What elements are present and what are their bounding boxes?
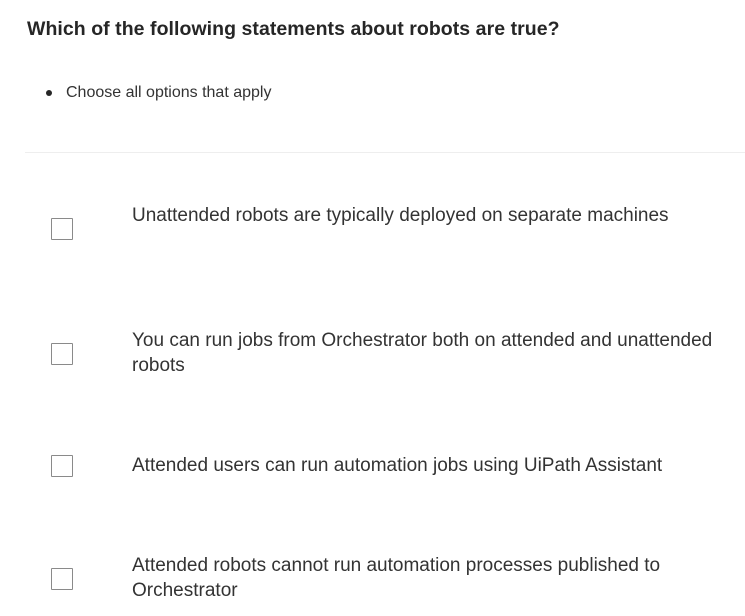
answer-label-2[interactable]: You can run jobs from Orchestrator both … bbox=[132, 328, 732, 378]
instruction-text: Choose all options that apply bbox=[66, 84, 272, 101]
divider bbox=[25, 152, 745, 153]
question-title: Which of the following statements about … bbox=[27, 18, 560, 40]
bullet-icon bbox=[46, 90, 52, 96]
answer-label-1[interactable]: Unattended robots are typically deployed… bbox=[132, 203, 732, 228]
instructions-list: Choose all options that apply bbox=[44, 82, 271, 104]
answer-checkbox-4[interactable] bbox=[51, 568, 73, 590]
answer-checkbox-1[interactable] bbox=[51, 218, 73, 240]
answer-label-4[interactable]: Attended robots cannot run automation pr… bbox=[132, 553, 732, 603]
answer-checkbox-2[interactable] bbox=[51, 343, 73, 365]
answer-label-3[interactable]: Attended users can run automation jobs u… bbox=[132, 453, 732, 478]
answer-checkbox-3[interactable] bbox=[51, 455, 73, 477]
instruction-item: Choose all options that apply bbox=[44, 82, 271, 104]
